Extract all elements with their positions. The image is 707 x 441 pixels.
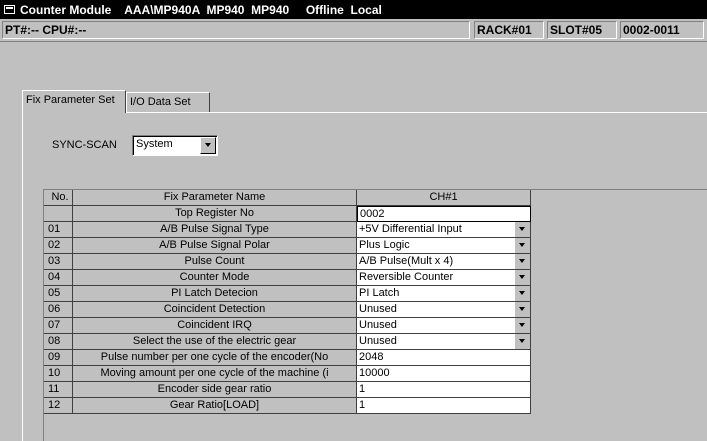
row-value-select[interactable]: Reversible Counter	[357, 270, 531, 286]
rack-field: RACK#01	[474, 21, 544, 39]
row-value-select[interactable]: Unused	[357, 302, 531, 318]
sync-scan-label: SYNC-SCAN	[52, 139, 117, 151]
table-row: 09 Pulse number per one cycle of the enco…	[44, 350, 707, 366]
row-value-input[interactable]: 2048	[357, 350, 531, 366]
row-value: Unused	[359, 335, 397, 347]
row-name: Coincident Detection	[73, 302, 357, 318]
row-no: 12	[44, 398, 73, 414]
table-row: 07 Coincident IRQ Unused	[44, 318, 707, 334]
row-value-input[interactable]: 10000	[357, 366, 531, 382]
header-no: No.	[44, 190, 73, 206]
table-row: 08 Select the use of the electric gear Unu…	[44, 334, 707, 350]
table-row: 12 Gear Ratio[LOAD] 1	[44, 398, 707, 414]
row-value: Unused	[359, 319, 397, 331]
chevron-down-icon[interactable]	[514, 238, 530, 253]
row-value-input[interactable]: 1	[357, 382, 531, 398]
sync-scan-value: System	[136, 138, 173, 150]
row-name: Select the use of the electric gear	[73, 334, 357, 350]
row-no: 07	[44, 318, 73, 334]
row-no	[44, 206, 73, 222]
row-no: 04	[44, 270, 73, 286]
header-name: Fix Parameter Name	[73, 190, 357, 206]
row-value: 2048	[359, 351, 384, 363]
tab-label: I/O Data Set	[130, 96, 191, 108]
slot-field: SLOT#05	[547, 21, 617, 39]
header-ch1: CH#1	[357, 190, 531, 206]
sync-scan-select[interactable]: System	[132, 135, 218, 156]
row-value-select[interactable]: A/B Pulse(Mult x 4)	[357, 254, 531, 270]
row-no: 06	[44, 302, 73, 318]
row-name: Pulse Count	[73, 254, 357, 270]
table-row: 03 Pulse Count A/B Pulse(Mult x 4)	[44, 254, 707, 270]
row-no: 03	[44, 254, 73, 270]
row-name: Encoder side gear ratio	[73, 382, 357, 398]
row-name: Top Register No	[73, 206, 357, 222]
row-no: 01	[44, 222, 73, 238]
top-register-input[interactable]: 0002	[357, 206, 531, 222]
register-range-field: 0002-0011	[620, 21, 704, 39]
row-value-select[interactable]: +5V Differential Input	[357, 222, 531, 238]
row-value: PI Latch	[359, 287, 400, 299]
window-menu-icon[interactable]	[4, 5, 15, 14]
tab-label: Fix Parameter Set	[26, 94, 115, 106]
table-row: 06 Coincident Detection Unused	[44, 302, 707, 318]
row-value: 1	[359, 399, 366, 411]
chevron-down-icon[interactable]	[514, 286, 530, 301]
row-name: Coincident IRQ	[73, 318, 357, 334]
tab-fix-parameter-set[interactable]: Fix Parameter Set	[22, 90, 126, 113]
chevron-down-icon[interactable]	[514, 254, 530, 269]
row-value: 1	[359, 383, 366, 395]
chevron-down-icon[interactable]	[514, 222, 530, 237]
row-name: Pulse number per one cycle of the encode…	[73, 350, 357, 366]
chevron-down-icon[interactable]	[514, 334, 530, 349]
row-name: Gear Ratio[LOAD]	[73, 398, 357, 414]
row-no: 11	[44, 382, 73, 398]
title-bar: Counter Module AAA\MP940A MP940 MP940 Of…	[0, 0, 707, 19]
table-row: 01 A/B Pulse Signal Type +5V Differential …	[44, 222, 707, 238]
row-name: Counter Mode	[73, 270, 357, 286]
row-value-select[interactable]: Plus Logic	[357, 238, 531, 254]
row-no: 02	[44, 238, 73, 254]
table-row: 04 Counter Mode Reversible Counter	[44, 270, 707, 286]
chevron-down-icon[interactable]	[514, 270, 530, 285]
row-value-select[interactable]: PI Latch	[357, 286, 531, 302]
table-row: 05 PI Latch Detecion PI Latch	[44, 286, 707, 302]
row-value: 10000	[359, 367, 390, 379]
row-name: PI Latch Detecion	[73, 286, 357, 302]
row-name: Moving amount per one cycle of the machi…	[73, 366, 357, 382]
row-value: Unused	[359, 303, 397, 315]
chevron-down-icon[interactable]	[200, 137, 216, 154]
row-no: 09	[44, 350, 73, 366]
row-name: A/B Pulse Signal Type	[73, 222, 357, 238]
row-value: Reversible Counter	[359, 271, 454, 283]
row-no: 08	[44, 334, 73, 350]
row-name: A/B Pulse Signal Polar	[73, 238, 357, 254]
table-header-row: No. Fix Parameter Name CH#1	[44, 190, 707, 206]
row-value-input[interactable]: 1	[357, 398, 531, 414]
info-bar: PT#:-- CPU#:-- RACK#01 SLOT#05 0002-0011	[0, 19, 707, 42]
row-no: 10	[44, 366, 73, 382]
row-value-select[interactable]: Unused	[357, 318, 531, 334]
window-title: Counter Module AAA\MP940A MP940 MP940 Of…	[20, 2, 382, 17]
row-value: +5V Differential Input	[359, 223, 462, 235]
chevron-down-icon[interactable]	[514, 302, 530, 317]
row-no: 05	[44, 286, 73, 302]
row-value: Plus Logic	[359, 239, 410, 251]
row-value-select[interactable]: Unused	[357, 334, 531, 350]
table-row: 02 A/B Pulse Signal Polar Plus Logic	[44, 238, 707, 254]
top-register-row: Top Register No 0002	[44, 206, 707, 222]
table-row: 11 Encoder side gear ratio 1	[44, 382, 707, 398]
chevron-down-icon[interactable]	[514, 318, 530, 333]
tab-io-data-set[interactable]: I/O Data Set	[126, 92, 210, 113]
table-row: 10 Moving amount per one cycle of the mac…	[44, 366, 707, 382]
parameter-table: No. Fix Parameter Name CH#1 Top Register…	[43, 189, 707, 441]
pt-cpu-field: PT#:-- CPU#:--	[2, 21, 470, 39]
row-value: A/B Pulse(Mult x 4)	[359, 255, 454, 267]
